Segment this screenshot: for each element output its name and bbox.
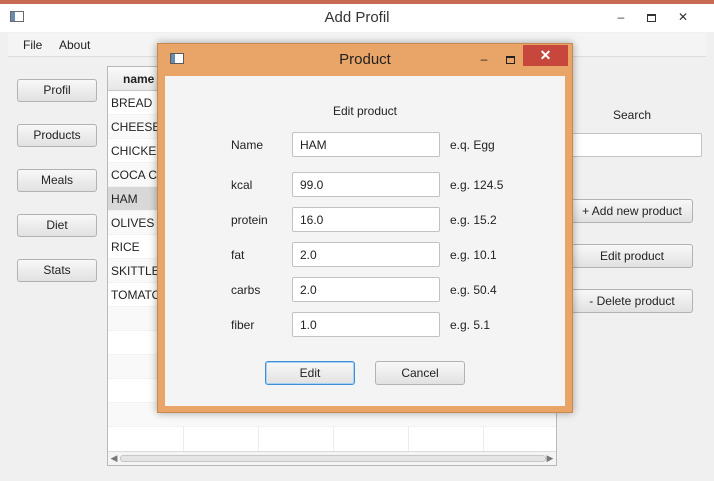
search-input[interactable] [570,133,702,157]
dialog-heading: Edit product [332,104,398,118]
nav-stats-button[interactable]: Stats [17,259,97,282]
protein-field[interactable] [292,207,440,232]
minimize-icon[interactable]: – [606,8,636,26]
scrollbar-thumb[interactable] [120,455,546,462]
delete-product-button[interactable]: - Delete product [571,289,693,313]
nav-diet-button[interactable]: Diet [17,214,97,237]
dialog-minimize-icon[interactable]: – [471,50,497,68]
maximize-icon[interactable] [636,8,666,26]
product-dialog: Product – ✕ Edit product Name e.q. Egg k… [157,43,573,413]
protein-hint: e.g. 15.2 [450,213,497,227]
cancel-button[interactable]: Cancel [375,361,465,385]
kcal-label: kcal [231,178,253,192]
name-hint: e.q. Egg [450,138,495,152]
search-label: Search [613,108,652,122]
scroll-right-icon[interactable]: ▶ [544,452,556,465]
fiber-field[interactable] [292,312,440,337]
close-icon[interactable]: ✕ [668,8,698,26]
column-header-name[interactable]: name [123,72,154,86]
protein-label: protein [231,213,268,227]
edit-button[interactable]: Edit [265,361,355,385]
menu-file[interactable]: File [23,38,42,52]
dialog-maximize-icon[interactable] [497,50,523,68]
carbs-field[interactable] [292,277,440,302]
dialog-close-icon[interactable]: ✕ [523,45,568,66]
fiber-label: fiber [231,318,255,332]
nav-products-button[interactable]: Products [17,124,97,147]
fat-hint: e.g. 10.1 [450,248,497,262]
add-new-product-button[interactable]: + Add new product [571,199,693,223]
fat-label: fat [231,248,245,262]
edit-product-button[interactable]: Edit product [571,244,693,268]
main-titlebar: Add Profil – ✕ [0,4,714,32]
kcal-field[interactable] [292,172,440,197]
carbs-label: carbs [231,283,261,297]
dialog-body: Edit product Name e.q. Egg kcal e.g. 124… [165,76,565,406]
carbs-hint: e.g. 50.4 [450,283,497,297]
horizontal-scrollbar[interactable]: ◀ ▶ [108,451,556,465]
menu-about[interactable]: About [59,38,90,52]
name-field[interactable] [292,132,440,157]
scroll-left-icon[interactable]: ◀ [108,452,120,465]
nav-meals-button[interactable]: Meals [17,169,97,192]
kcal-hint: e.g. 124.5 [450,178,504,192]
fiber-hint: e.g. 5.1 [450,318,491,332]
dialog-titlebar[interactable]: Product – ✕ [158,44,572,74]
fat-field[interactable] [292,242,440,267]
nav-profil-button[interactable]: Profil [17,79,97,102]
name-label: Name [231,138,264,152]
